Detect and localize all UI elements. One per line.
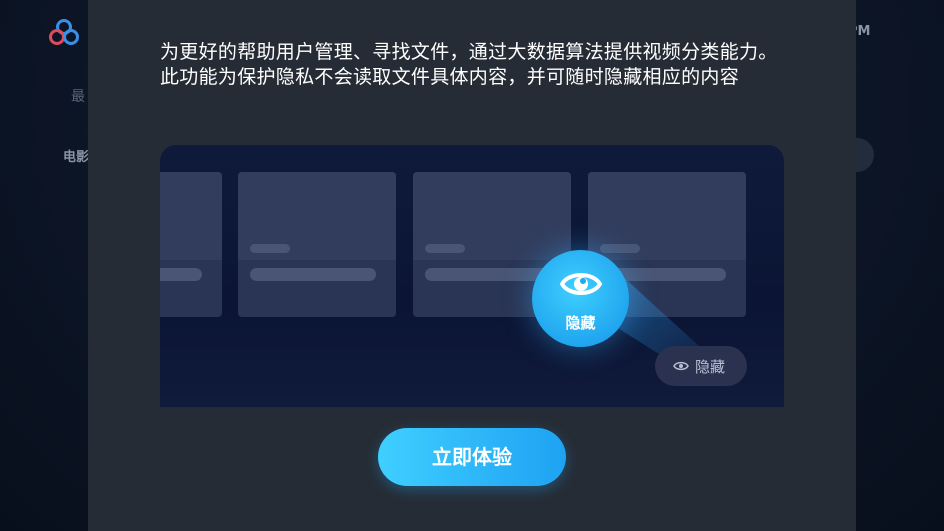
preview-card: [160, 172, 222, 317]
bg-nav-recent: 最: [71, 89, 85, 105]
preview-card: [238, 172, 396, 317]
bg-category-movie: 电影: [63, 150, 90, 165]
feature-preview-illustration: 隐藏 隐藏: [160, 145, 784, 407]
hide-chip-label: 隐藏: [695, 358, 726, 376]
eye-icon: [673, 361, 689, 371]
hide-bubble-label: 隐藏: [565, 314, 596, 332]
hide-feature-bubble: 隐藏: [532, 250, 629, 347]
screen: 最 电影 PM 为更好的帮助用户管理、寻找文件，通过大数据算法提供视频分类能力。…: [0, 0, 944, 531]
feature-intro-dialog: 为更好的帮助用户管理、寻找文件，通过大数据算法提供视频分类能力。此功能为保护隐私…: [88, 0, 856, 531]
app-logo-icon: [49, 19, 79, 45]
feature-description: 为更好的帮助用户管理、寻找文件，通过大数据算法提供视频分类能力。此功能为保护隐私…: [160, 41, 778, 88]
hide-chip: 隐藏: [655, 346, 747, 386]
try-now-button[interactable]: 立即体验: [378, 428, 566, 486]
eye-icon: [560, 273, 602, 295]
